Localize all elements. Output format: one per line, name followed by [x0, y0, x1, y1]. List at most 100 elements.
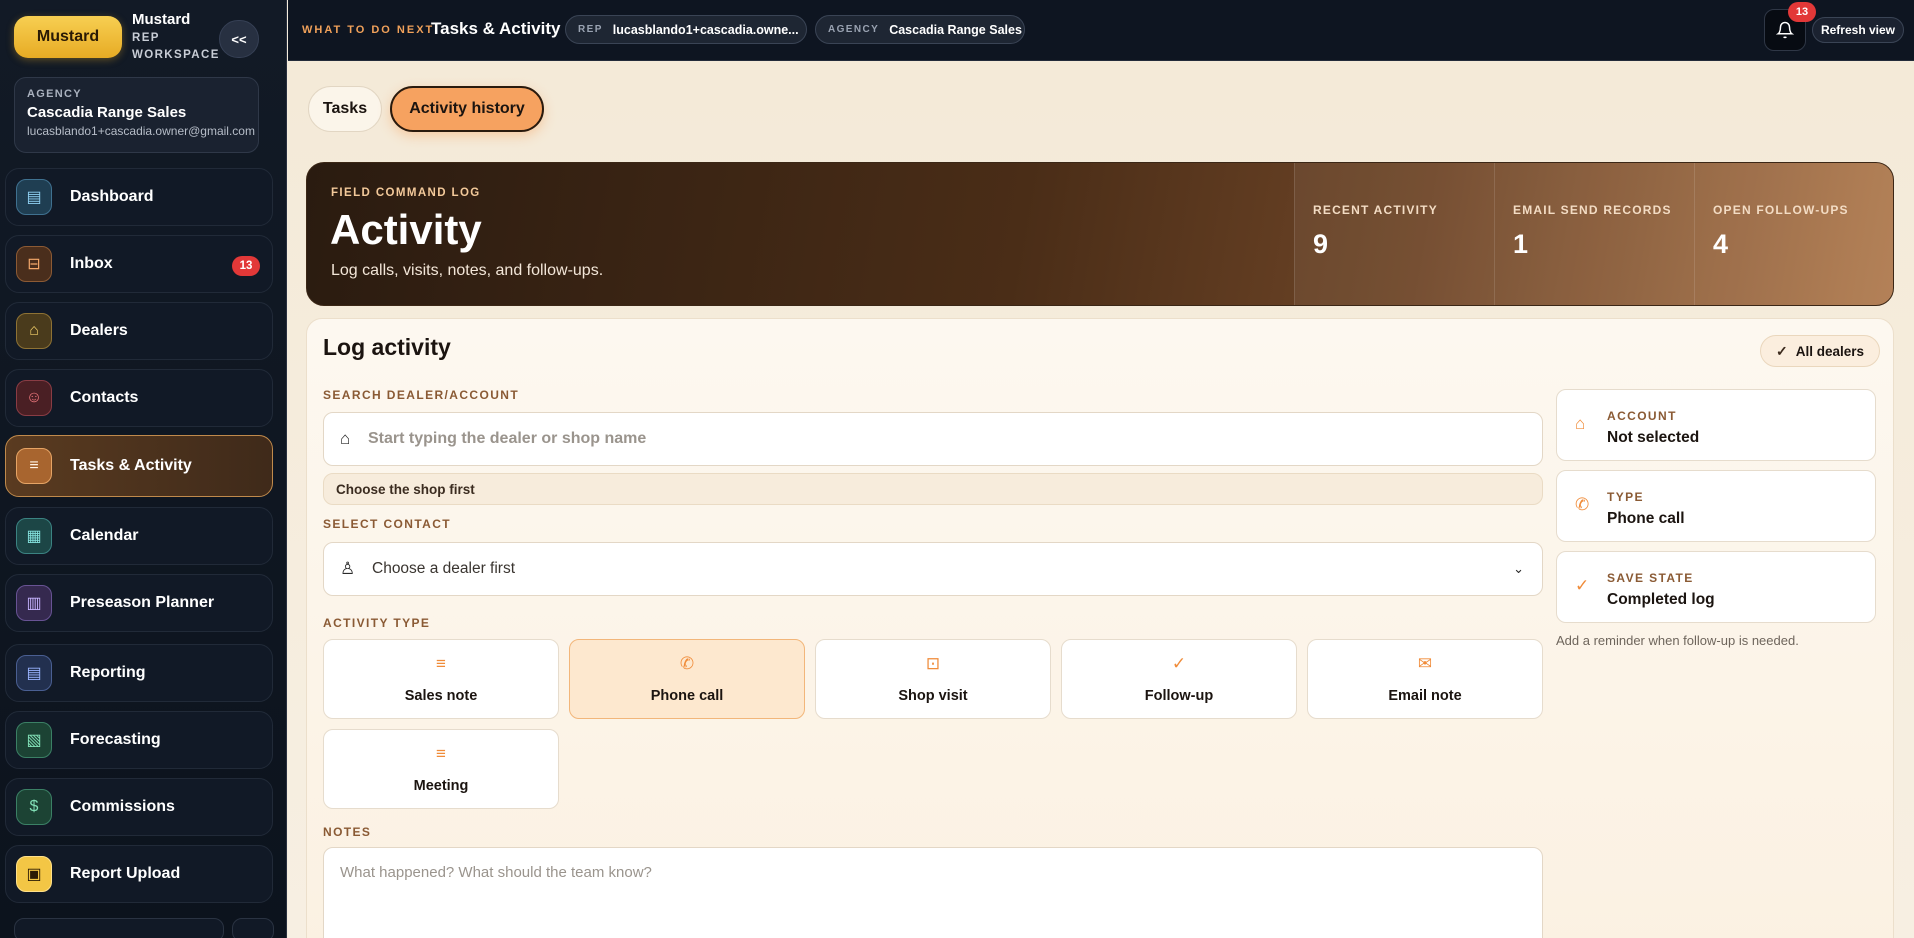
sidebar-item-contacts[interactable]: ☺ Contacts	[5, 369, 273, 427]
sidebar-item-calendar[interactable]: ▦ Calendar	[5, 507, 273, 565]
stat-value: 4	[1713, 229, 1729, 259]
activity-type-follow-up[interactable]: ✓ Follow-up	[1061, 639, 1297, 719]
activity-type-label-text: Meeting	[413, 778, 469, 794]
rep-pill[interactable]: REP lucasblando1+cascadia.owne...	[565, 15, 807, 44]
activity-type-phone-call[interactable]: ✆ Phone call	[569, 639, 805, 719]
sidebar-item-label: Dashboard	[70, 188, 154, 205]
activity-type-label-text: Follow-up	[1144, 688, 1214, 704]
phone-icon: ✆	[1575, 495, 1590, 514]
check-icon: ✓	[1171, 654, 1187, 673]
summary-save-state-card: ✓ SAVE STATE Completed log	[1556, 551, 1876, 623]
building-icon: ⌂	[340, 429, 351, 448]
summary-label: SAVE STATE	[1607, 571, 1694, 585]
stat-email-send-records: EMAIL SEND RECORDS 1	[1494, 163, 1694, 305]
sidebar: Mustard Mustard REP WORKSPACE << AGENCY …	[0, 0, 287, 938]
page-title: Tasks & Activity	[431, 19, 561, 38]
sidebar-item-tasks-activity[interactable]: ≡ Tasks & Activity	[5, 435, 273, 497]
brand-subtitle: REP WORKSPACE	[132, 32, 220, 61]
stat-open-follow-ups: OPEN FOLLOW-UPS 4	[1694, 163, 1893, 305]
inbox-count-badge: 13	[232, 256, 260, 276]
store-icon: ⊡	[925, 654, 941, 673]
activity-hero: FIELD COMMAND LOG Activity Log calls, vi…	[306, 162, 1894, 306]
summary-value: Completed log	[1607, 591, 1715, 608]
inbox-icon: ⊟	[16, 246, 52, 282]
sidebar-item-label: Contacts	[70, 389, 139, 406]
sidebar-footer-button[interactable]	[232, 918, 274, 938]
brand-title: Mustard	[132, 11, 191, 28]
sidebar-item-label: Reporting	[70, 664, 146, 681]
log-activity-title: Log activity	[323, 334, 451, 360]
agency-pill[interactable]: AGENCY Cascadia Range Sales	[815, 15, 1025, 44]
all-dealers-button[interactable]: ✓ All dealers	[1760, 335, 1880, 367]
summary-note: Add a reminder when follow-up is needed.	[1556, 633, 1799, 648]
summary-account-card: ⌂ ACCOUNT Not selected	[1556, 389, 1876, 461]
calendar-icon: ▦	[16, 518, 52, 554]
sidebar-item-label: Inbox	[70, 255, 113, 272]
activity-type-sales-note[interactable]: ≡ Sales note	[323, 639, 559, 719]
agency-pill-value: Cascadia Range Sales	[889, 22, 1022, 37]
hero-subtitle: Log calls, visits, notes, and follow-ups…	[331, 262, 604, 279]
sidebar-item-label: Preseason Planner	[70, 594, 215, 611]
search-dealer-label: SEARCH DEALER/ACCOUNT	[323, 388, 520, 402]
sidebar-item-label: Calendar	[70, 527, 139, 544]
list-icon: ≡	[436, 654, 446, 673]
agency-pill-key: AGENCY	[828, 24, 880, 35]
search-dealer-input[interactable]: ⌂ Start typing the dealer or shop name	[323, 412, 1543, 466]
agency-label: AGENCY	[27, 88, 82, 100]
sidebar-item-dashboard[interactable]: ▤ Dashboard	[5, 168, 273, 226]
collapse-sidebar-button[interactable]: <<	[219, 20, 259, 58]
agency-name: Cascadia Range Sales	[27, 104, 187, 121]
activity-type-email-note[interactable]: ✉ Email note	[1307, 639, 1543, 719]
sidebar-item-preseason-planner[interactable]: ▥ Preseason Planner	[5, 574, 273, 632]
stat-value: 1	[1513, 229, 1529, 259]
rep-pill-value: lucasblando1+cascadia.owne...	[612, 22, 799, 37]
check-icon: ✓	[1575, 576, 1590, 595]
select-contact-label: SELECT CONTACT	[323, 517, 452, 531]
tab-tasks[interactable]: Tasks	[308, 86, 382, 132]
sidebar-item-commissions[interactable]: $ Commissions	[5, 778, 273, 836]
summary-value: Phone call	[1607, 510, 1685, 527]
dollar-icon: $	[16, 789, 52, 825]
dashboard-icon: ▤	[16, 179, 52, 215]
sidebar-item-label: Dealers	[70, 322, 128, 339]
sidebar-item-forecasting[interactable]: ▧ Forecasting	[5, 711, 273, 769]
activity-type-meeting[interactable]: ≡ Meeting	[323, 729, 559, 809]
summary-type-card: ✆ TYPE Phone call	[1556, 470, 1876, 542]
activity-type-label-text: Email note	[1388, 688, 1462, 704]
rep-pill-key: REP	[578, 24, 603, 35]
summary-value: Not selected	[1607, 429, 1700, 446]
search-dealer-placeholder: Start typing the dealer or shop name	[368, 430, 647, 447]
notes-placeholder: What happened? What should the team know…	[340, 864, 652, 881]
tab-activity-history[interactable]: Activity history	[390, 86, 544, 132]
sidebar-item-dealers[interactable]: ⌂ Dealers	[5, 302, 273, 360]
person-icon: ♙	[340, 559, 356, 578]
activity-type-label-text: Sales note	[404, 688, 478, 704]
sidebar-item-label: Tasks & Activity	[70, 457, 192, 474]
summary-label: ACCOUNT	[1607, 409, 1677, 423]
stat-label: OPEN FOLLOW-UPS	[1713, 203, 1849, 217]
refresh-view-button[interactable]: Refresh view	[1812, 17, 1904, 43]
hero-title: Activity	[330, 206, 482, 253]
stat-value: 9	[1313, 229, 1329, 259]
summary-label: TYPE	[1607, 490, 1644, 504]
mail-icon: ✉	[1417, 654, 1433, 673]
sidebar-item-report-upload[interactable]: ▣ Report Upload	[5, 845, 273, 903]
activity-type-shop-visit[interactable]: ⊡ Shop visit	[815, 639, 1051, 719]
notes-label: NOTES	[323, 825, 372, 839]
search-dealer-hint: Choose the shop first	[323, 473, 1543, 505]
sidebar-item-label: Commissions	[70, 798, 175, 815]
chevron-down-icon: ⌄	[1513, 561, 1524, 576]
sidebar-item-reporting[interactable]: ▤ Reporting	[5, 644, 273, 702]
sidebar-item-inbox[interactable]: ⊟ Inbox 13	[5, 235, 273, 293]
sidebar-footer-item[interactable]	[14, 918, 224, 938]
notes-textarea[interactable]: What happened? What should the team know…	[323, 847, 1543, 938]
select-contact-dropdown[interactable]: ♙ Choose a dealer first ⌄	[323, 542, 1543, 596]
hero-eyebrow: FIELD COMMAND LOG	[331, 187, 481, 199]
home-icon: ⌂	[16, 313, 52, 349]
activity-type-label-text: Phone call	[650, 688, 724, 704]
brand-logo-button[interactable]: Mustard	[14, 16, 122, 58]
agency-email: lucasblando1+cascadia.owner@gmail.com	[27, 124, 255, 138]
report-icon: ▤	[16, 655, 52, 691]
check-icon: ✓	[1775, 342, 1788, 359]
sidebar-item-label: Report Upload	[70, 865, 181, 882]
